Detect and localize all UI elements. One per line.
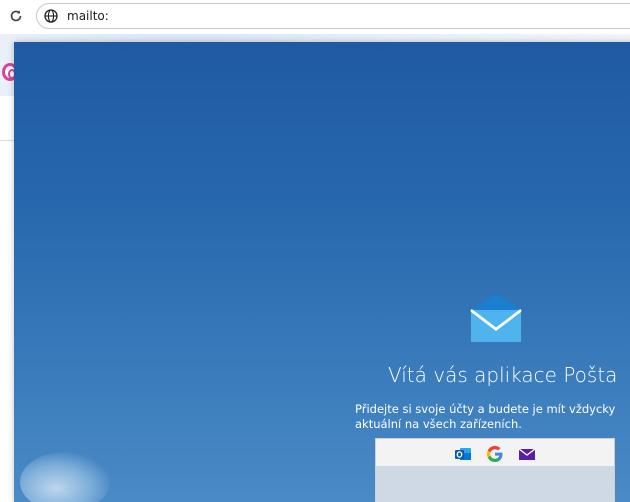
welcome-title: Vítá vás aplikace Pošta: [388, 363, 618, 387]
google-icon[interactable]: [486, 445, 504, 463]
mail-icon[interactable]: [518, 445, 536, 463]
outlook-icon[interactable]: [454, 445, 472, 463]
browser-toolbar: mailto:: [0, 0, 630, 34]
address-bar[interactable]: mailto:: [36, 3, 630, 29]
welcome-description: Přidejte si svoje účty a budete je mít v…: [355, 402, 616, 431]
address-text: mailto:: [67, 9, 109, 23]
reload-button[interactable]: [6, 6, 26, 26]
mail-app-window: Vítá vás aplikace Pošta Přidejte si svoj…: [14, 42, 630, 502]
globe-icon: [44, 9, 58, 23]
envelope-icon: [470, 294, 522, 342]
accounts-panel-strip: [376, 466, 614, 502]
reload-icon: [10, 10, 22, 22]
background-cloud: [20, 452, 110, 502]
